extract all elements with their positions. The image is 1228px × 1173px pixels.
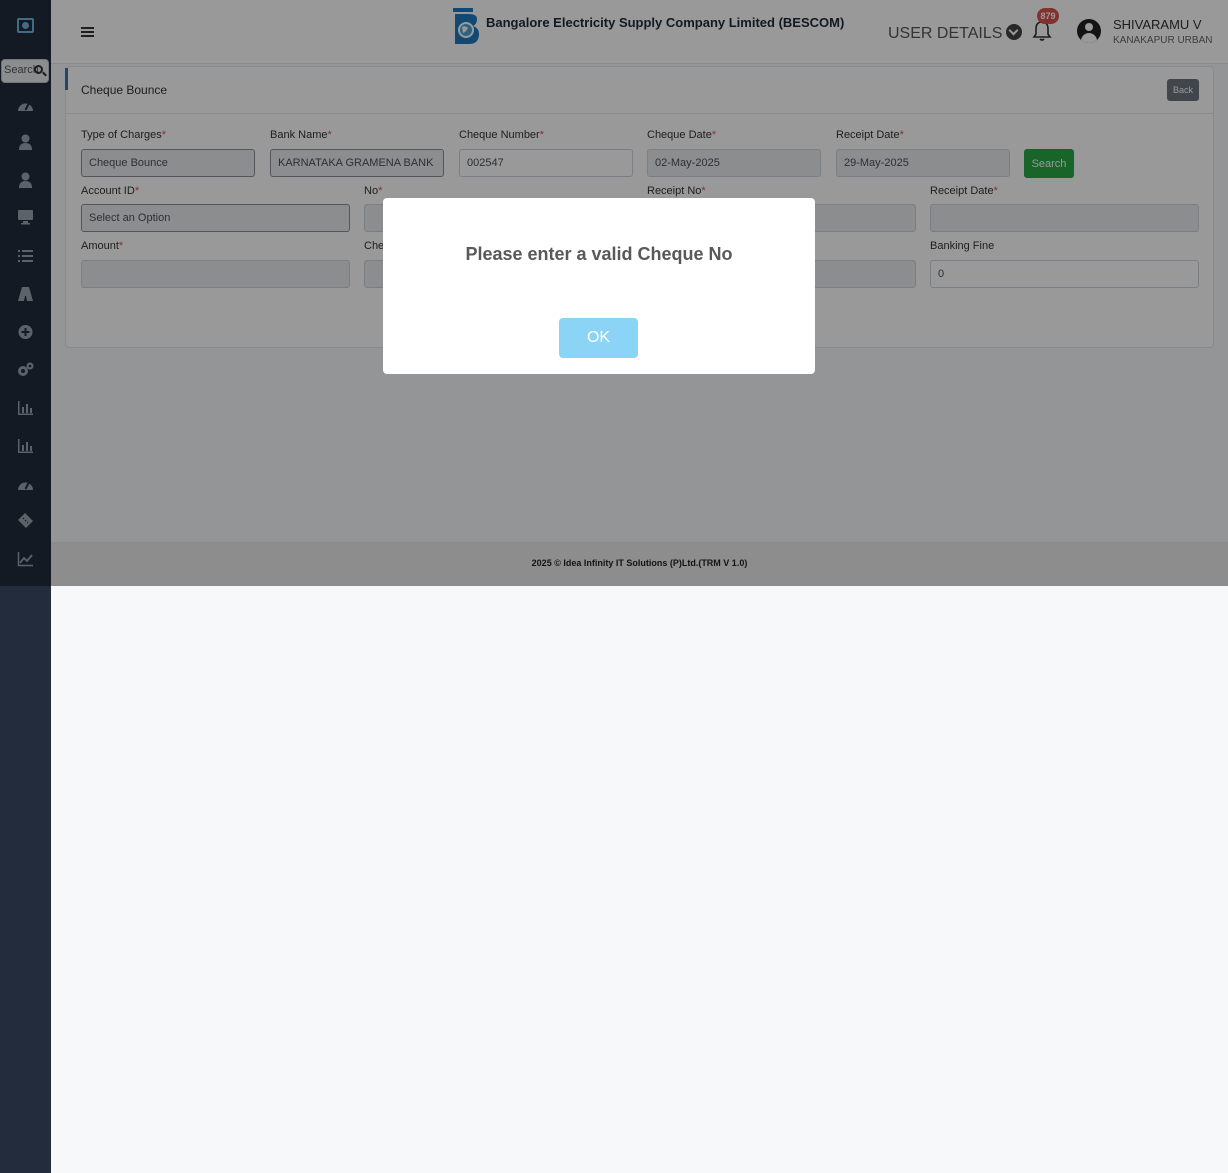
alert-dialog: Please enter a valid Cheque No OK (383, 198, 815, 374)
alert-message: Please enter a valid Cheque No (465, 244, 733, 264)
ok-button[interactable]: OK (559, 318, 638, 358)
